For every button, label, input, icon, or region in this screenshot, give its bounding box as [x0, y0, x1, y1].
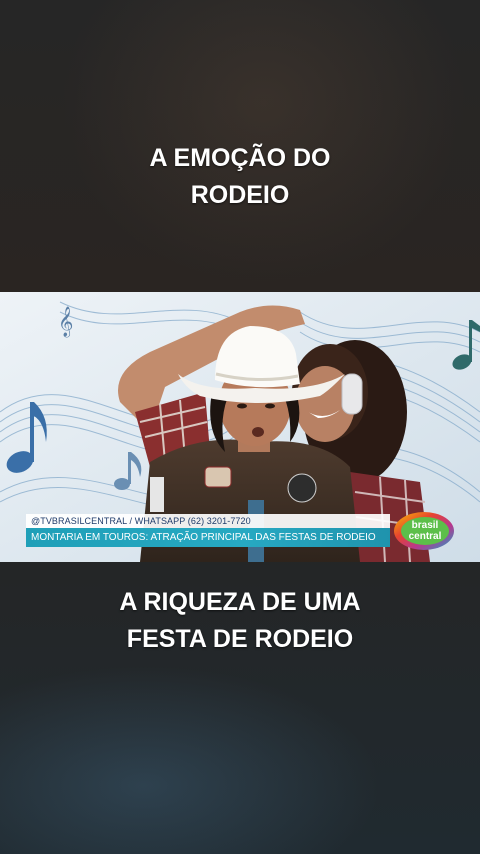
caption-bottom: A RIQUEZA DE UMA FESTA DE RODEIO [0, 584, 480, 658]
logo-text-line-2: central [409, 531, 442, 542]
caption-top-line-2: RODEIO [190, 181, 290, 209]
caption-bottom-line-2: FESTA DE RODEIO [126, 625, 354, 653]
caption-top: A EMOÇÃO DO RODEIO [0, 140, 480, 214]
logo-text-line-1: brasil [412, 520, 439, 531]
brasil-central-logo: brasil central [394, 512, 454, 550]
caption-top-line-1: A EMOÇÃO DO [149, 144, 331, 172]
ticker-handle-bar: @TVBRASILCENTRAL / WHATSAPP (62) 3201-77… [26, 514, 390, 528]
ticker-headline-bar: MONTARIA EM TOUROS: ATRAÇÃO PRINCIPAL DA… [26, 528, 390, 547]
svg-text:𝄞: 𝄞 [58, 306, 73, 338]
video-frame[interactable]: 𝄞 @TVBRASILCENTRAL / WHATSAPP (62) 3201-… [0, 292, 480, 562]
caption-bottom-line-1: A RIQUEZA DE UMA [119, 588, 361, 616]
